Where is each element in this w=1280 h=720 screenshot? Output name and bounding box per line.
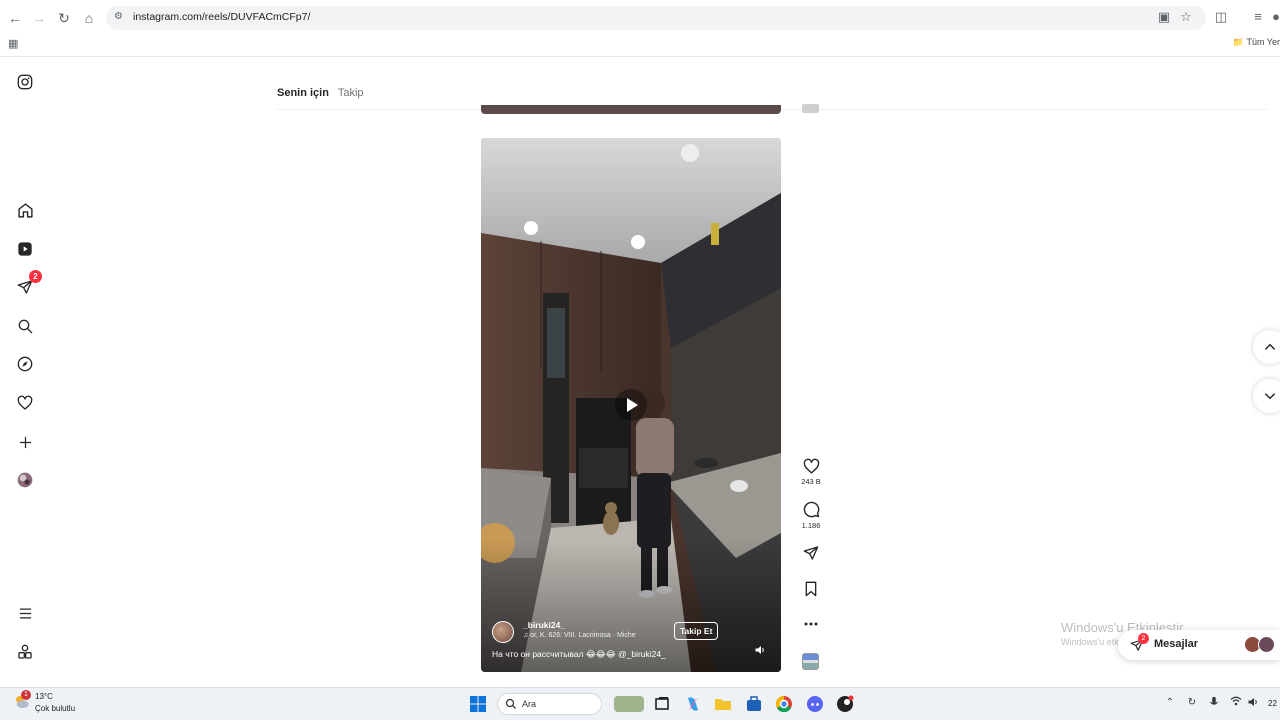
address-bar[interactable]: ⚙ instagram.com/reels/DUVFACmCFp7/ bbox=[106, 6, 1206, 30]
heart-notifications-icon[interactable] bbox=[14, 392, 36, 414]
previous-reel-button[interactable] bbox=[1253, 330, 1280, 364]
home-icon[interactable] bbox=[14, 199, 36, 221]
explore-compass-icon[interactable] bbox=[14, 353, 36, 375]
home-page-icon[interactable]: ⌂ bbox=[80, 9, 98, 27]
reel-caption: На что он рассчитывал 😂😂😂 @_biruki24_ bbox=[492, 649, 666, 659]
previous-reel-edge[interactable] bbox=[481, 105, 781, 114]
author-avatar[interactable] bbox=[492, 621, 514, 643]
browser-chrome: ← → ↻ ⌂ ⚙ instagram.com/reels/DUVFACmCFp… bbox=[0, 0, 1280, 57]
profile-avatar[interactable] bbox=[14, 469, 36, 491]
like-heart-icon[interactable] bbox=[800, 455, 822, 477]
all-bookmarks-label: Tüm Yer bbox=[1246, 37, 1280, 47]
save-bookmark-icon[interactable] bbox=[800, 578, 822, 600]
messages-pill-badge: 2 bbox=[1138, 633, 1149, 644]
taskbar-search-label: Ara bbox=[522, 699, 537, 709]
task-view-icon[interactable] bbox=[653, 695, 671, 713]
back-icon[interactable]: ← bbox=[6, 9, 24, 27]
search-icon[interactable] bbox=[14, 315, 36, 337]
wifi-icon[interactable] bbox=[1229, 696, 1243, 710]
more-menu-icon[interactable] bbox=[14, 602, 36, 624]
search-highlight-image bbox=[614, 696, 644, 712]
create-plus-icon[interactable] bbox=[14, 431, 36, 453]
audio-track-label: or, K. 626: VIII. Lacrimosa · Miche bbox=[530, 632, 636, 639]
more-options-icon[interactable] bbox=[800, 613, 822, 635]
instagram-sidebar: 2 bbox=[0, 57, 50, 687]
apps-grid-icon[interactable]: ▦ bbox=[8, 37, 20, 50]
install-app-icon[interactable]: ▣ bbox=[1156, 9, 1172, 25]
feed-tabs: Senin için Takip bbox=[277, 87, 370, 99]
audio-thumbnail[interactable] bbox=[802, 653, 819, 670]
tab-following[interactable]: Takip bbox=[338, 87, 364, 99]
steam-app-icon[interactable] bbox=[836, 695, 854, 713]
discord-icon[interactable] bbox=[806, 695, 824, 713]
profile-icon[interactable]: ● bbox=[1272, 9, 1280, 25]
reading-list-icon[interactable]: ≡ bbox=[1250, 9, 1266, 25]
microphone-icon[interactable] bbox=[1207, 696, 1221, 710]
chevron-up-icon bbox=[1264, 343, 1276, 350]
previous-reel-audio-thumb[interactable] bbox=[802, 104, 819, 113]
weather-badge: 1 bbox=[21, 690, 31, 700]
store-icon[interactable] bbox=[745, 695, 763, 713]
reel-author: _biruki24_ ♫ or, K. 626: VIII. Lacrimosa… bbox=[492, 620, 636, 643]
instagram-logo-icon[interactable] bbox=[14, 71, 36, 93]
temperature: 13°C bbox=[35, 692, 53, 701]
windows-taskbar: 1 13°C Çok bulutlu Ara ⌃ ↻ 22 bbox=[0, 687, 1280, 720]
tray-expand-icon[interactable]: ⌃ bbox=[1163, 696, 1177, 710]
messages-badge: 2 bbox=[29, 270, 42, 283]
bookmark-star-icon[interactable]: ☆ bbox=[1178, 9, 1194, 25]
taskbar-search[interactable]: Ara bbox=[497, 693, 644, 715]
file-explorer-icon[interactable] bbox=[714, 695, 732, 713]
share-send-icon[interactable] bbox=[800, 542, 822, 564]
sync-icon[interactable]: ↻ bbox=[1185, 696, 1199, 710]
reel-video[interactable]: _biruki24_ ♫ or, K. 626: VIII. Lacrimosa… bbox=[481, 138, 781, 672]
bookmarks-bar: ▦ 📁 Tüm Yer bbox=[0, 34, 1280, 54]
like-count: 243 B bbox=[801, 477, 821, 486]
chrome-icon[interactable] bbox=[775, 695, 793, 713]
volume-tray-icon[interactable] bbox=[1246, 696, 1260, 710]
url-text: instagram.com/reels/DUVFACmCFp7/ bbox=[133, 11, 311, 23]
author-username[interactable]: _biruki24_ bbox=[523, 620, 565, 630]
taskbar-clock[interactable]: 22 bbox=[1268, 699, 1277, 708]
play-icon[interactable] bbox=[615, 389, 647, 421]
also-from-meta-icon[interactable] bbox=[14, 641, 36, 663]
direct-messages-icon[interactable]: 2 bbox=[14, 270, 42, 298]
comment-icon[interactable] bbox=[800, 498, 822, 520]
follow-button[interactable]: Takip Et bbox=[674, 622, 719, 640]
tab-for-you[interactable]: Senin için bbox=[277, 87, 329, 99]
comment-count: 1.186 bbox=[801, 521, 821, 530]
taskbar-search-icon bbox=[505, 698, 516, 709]
extensions-icon[interactable]: ◫ bbox=[1213, 9, 1229, 25]
volume-icon[interactable] bbox=[754, 644, 766, 656]
audio-track[interactable]: ♫ or, K. 626: VIII. Lacrimosa · Miche bbox=[523, 632, 636, 639]
messages-pill[interactable]: 2 Mesajlar bbox=[1118, 630, 1280, 660]
all-bookmarks-button[interactable]: 📁 Tüm Yer bbox=[1233, 37, 1280, 48]
reels-icon[interactable] bbox=[14, 238, 36, 260]
messages-label: Mesajlar bbox=[1154, 638, 1199, 650]
copilot-icon[interactable] bbox=[684, 695, 702, 713]
message-avatar bbox=[1258, 636, 1275, 653]
chevron-down-icon bbox=[1264, 393, 1276, 400]
windows-start-icon[interactable] bbox=[469, 695, 487, 713]
site-info-icon[interactable]: ⚙ bbox=[114, 11, 126, 23]
forward-icon[interactable]: → bbox=[30, 9, 48, 27]
reload-icon[interactable]: ↻ bbox=[55, 9, 73, 27]
weather-condition: Çok bulutlu bbox=[35, 704, 76, 713]
next-reel-button[interactable] bbox=[1253, 379, 1280, 413]
